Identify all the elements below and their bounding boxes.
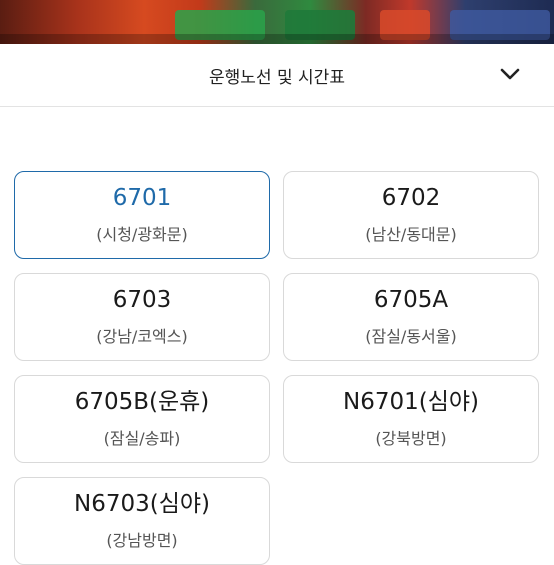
dropdown-title: 운행노선 및 시간표 — [209, 67, 345, 88]
route-number: N6703(심야) — [73, 491, 210, 518]
route-area: (잠실/동서울) — [365, 326, 457, 346]
banner-shade — [0, 34, 554, 44]
route-number: 6701 — [112, 185, 172, 212]
route-number: 6705B(운휴) — [74, 389, 210, 416]
route-card-n6703[interactable]: N6703(심야) (강남방면) — [14, 477, 270, 565]
route-area: (강남방면) — [106, 530, 178, 550]
header-banner-image — [0, 0, 554, 44]
route-number: 6703 — [112, 287, 172, 314]
route-timetable-dropdown[interactable]: 운행노선 및 시간표 — [0, 44, 554, 107]
route-card-6701[interactable]: 6701 (시청/광화문) — [14, 171, 270, 259]
route-card-6703[interactable]: 6703 (강남/코엑스) — [14, 273, 270, 361]
route-number: 6702 — [381, 185, 441, 212]
route-area: (강남/코엑스) — [96, 326, 188, 346]
route-card-6702[interactable]: 6702 (남산/동대문) — [283, 171, 539, 259]
chevron-down-icon[interactable] — [498, 62, 522, 86]
route-area: (잠실/송파) — [103, 428, 181, 448]
route-card-6705a[interactable]: 6705A (잠실/동서울) — [283, 273, 539, 361]
route-card-6705b[interactable]: 6705B(운휴) (잠실/송파) — [14, 375, 270, 463]
route-number: 6705A — [373, 287, 449, 314]
route-card-n6701[interactable]: N6701(심야) (강북방면) — [283, 375, 539, 463]
route-area: (강북방면) — [375, 428, 447, 448]
route-area: (시청/광화문) — [96, 224, 188, 244]
route-area: (남산/동대문) — [365, 224, 457, 244]
route-number: N6701(심야) — [342, 389, 479, 416]
